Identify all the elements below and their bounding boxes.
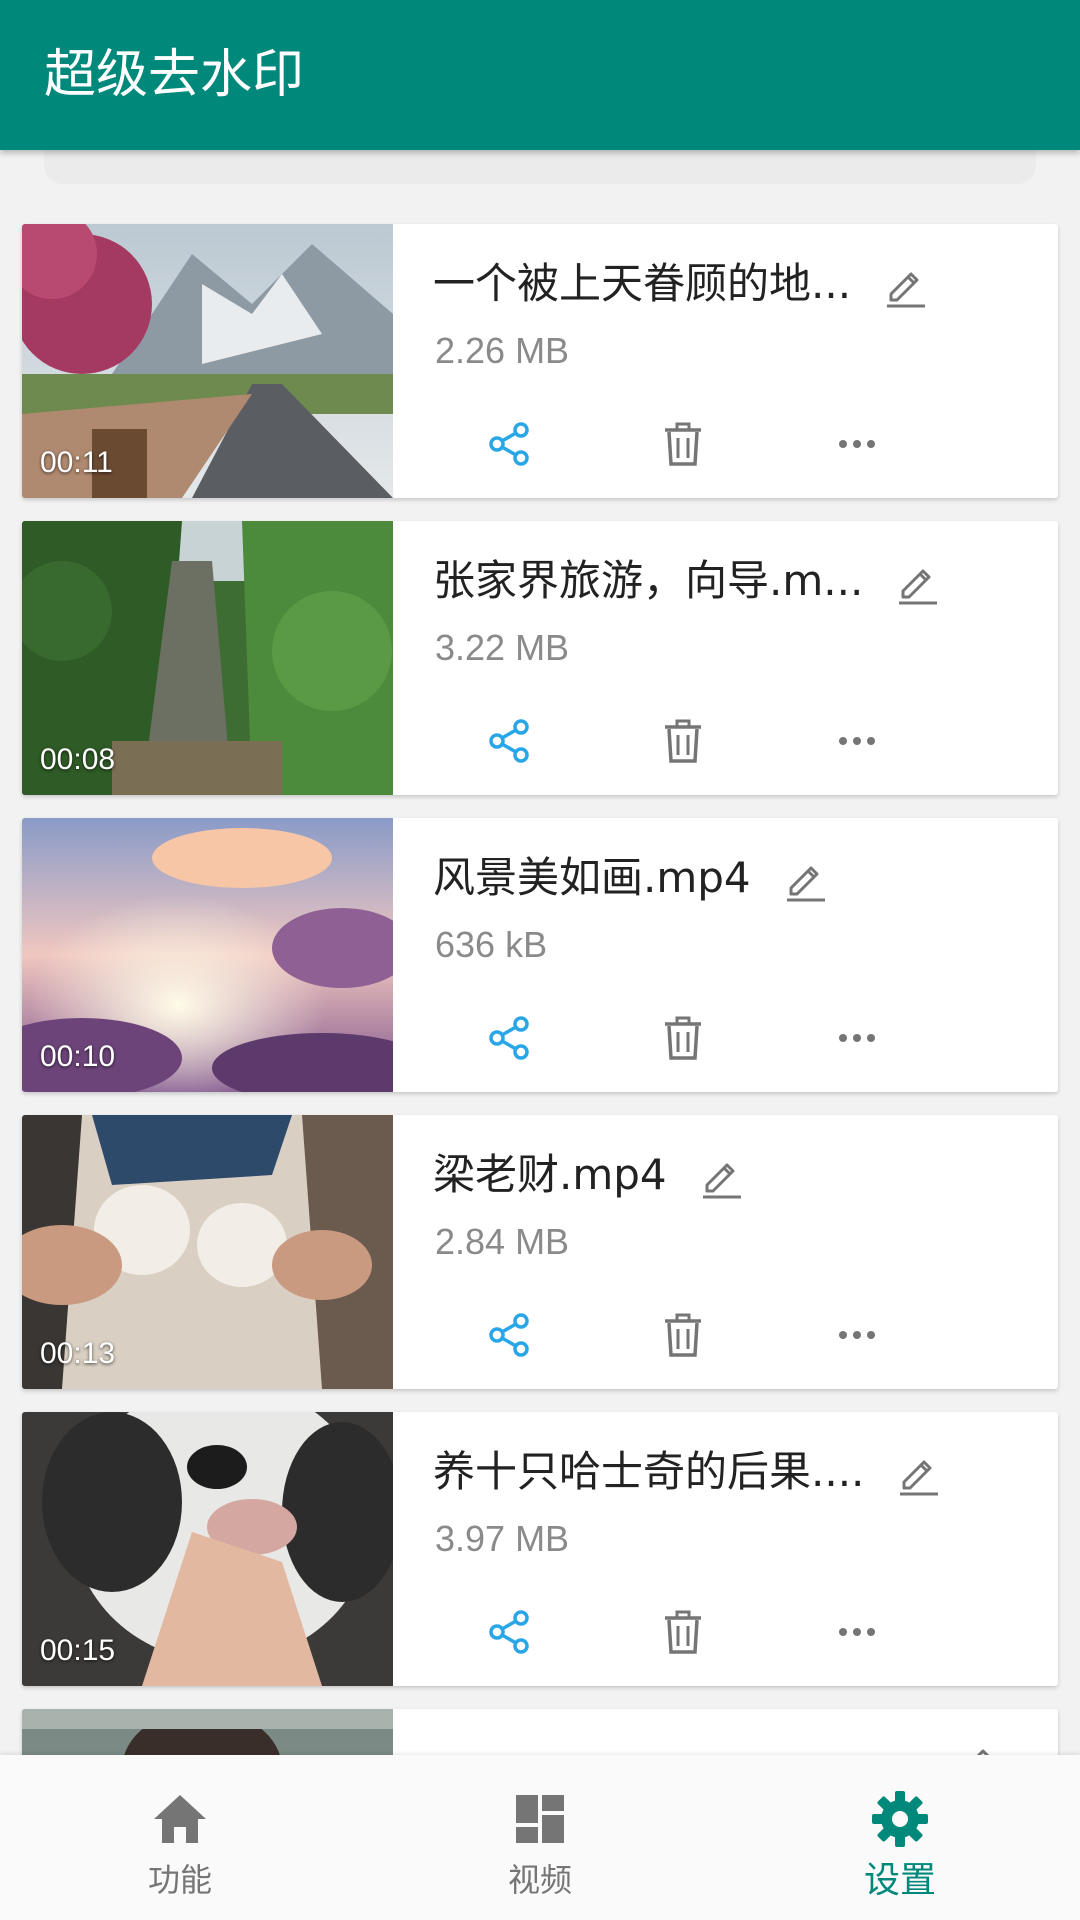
video-card[interactable]: 00:10 风景美如画.mp4 636 kB	[22, 818, 1058, 1092]
trash-icon[interactable]	[653, 414, 713, 474]
edit-pencil-icon[interactable]	[697, 1151, 745, 1199]
video-duration: 00:10	[40, 1040, 116, 1073]
partial-thumbnail	[22, 1709, 393, 1755]
video-title: 风景美如画.mp4	[433, 853, 751, 902]
edit-pencil-icon[interactable]	[953, 1737, 1001, 1755]
video-card[interactable]: 00:13 梁老财.mp4 2.84 MB	[22, 1115, 1058, 1389]
share-icon[interactable]	[479, 1305, 539, 1365]
trash-icon[interactable]	[653, 1602, 713, 1662]
video-info	[433, 1709, 1058, 1755]
share-icon[interactable]	[479, 1602, 539, 1662]
video-info: 梁老财.mp4 2.84 MB	[433, 1115, 1058, 1389]
more-icon[interactable]	[827, 1305, 887, 1365]
video-title: 张家界旅游，向导.m...	[433, 556, 864, 605]
share-icon[interactable]	[479, 1008, 539, 1068]
video-thumbnail[interactable]: 00:11	[22, 224, 393, 498]
edit-pencil-icon[interactable]	[893, 557, 941, 605]
video-title: 梁老财.mp4	[433, 1150, 667, 1199]
dashboard-icon	[510, 1789, 570, 1849]
bottom-navigation: 功能 视频 设置	[0, 1755, 1080, 1920]
video-card[interactable]: 00:08 张家界旅游，向导.m... 3.22 MB	[22, 521, 1058, 795]
video-card[interactable]	[22, 1709, 1058, 1755]
video-size: 636 kB	[435, 924, 548, 965]
gear-icon	[870, 1789, 930, 1849]
video-info: 风景美如画.mp4 636 kB	[433, 818, 1058, 1092]
share-icon[interactable]	[479, 414, 539, 474]
nav-item-video[interactable]: 视频	[440, 1755, 640, 1920]
nav-item-function[interactable]: 功能	[80, 1755, 280, 1920]
nav-item-settings[interactable]: 设置	[800, 1755, 1000, 1920]
video-duration: 00:13	[40, 1337, 116, 1370]
video-duration: 00:08	[40, 743, 116, 776]
top-card	[44, 150, 1036, 184]
video-thumbnail[interactable]: 00:08	[22, 521, 393, 795]
video-thumbnail[interactable]	[22, 1709, 393, 1755]
video-info: 一个被上天眷顾的地... 2.26 MB	[433, 224, 1058, 498]
video-list[interactable]: 00:11 一个被上天眷顾的地... 2.26 MB 00:08 张家界旅游，向…	[0, 150, 1080, 1755]
share-icon[interactable]	[479, 711, 539, 771]
video-title: 一个被上天眷顾的地...	[433, 259, 852, 308]
video-thumbnail[interactable]: 00:10	[22, 818, 393, 1092]
video-thumbnail[interactable]: 00:13	[22, 1115, 393, 1389]
more-icon[interactable]	[827, 1008, 887, 1068]
video-info: 养十只哈士奇的后果.... 3.97 MB	[433, 1412, 1058, 1686]
trash-icon[interactable]	[653, 1008, 713, 1068]
home-icon	[150, 1789, 210, 1849]
more-icon[interactable]	[827, 414, 887, 474]
video-thumbnail[interactable]: 00:15	[22, 1412, 393, 1686]
app-bar: 超级去水印	[0, 0, 1080, 150]
edit-pencil-icon[interactable]	[894, 1448, 942, 1496]
video-size: 3.97 MB	[435, 1518, 570, 1559]
video-duration: 00:15	[40, 1634, 116, 1667]
video-title: 养十只哈士奇的后果....	[433, 1447, 865, 1496]
edit-pencil-icon[interactable]	[781, 854, 829, 902]
nav-label: 设置	[863, 1860, 936, 1901]
video-info: 张家界旅游，向导.m... 3.22 MB	[433, 521, 1058, 795]
video-card[interactable]: 00:15 养十只哈士奇的后果.... 3.97 MB	[22, 1412, 1058, 1686]
video-duration: 00:11	[40, 446, 113, 479]
video-size: 2.84 MB	[435, 1221, 570, 1262]
more-icon[interactable]	[827, 711, 887, 771]
edit-pencil-icon[interactable]	[881, 260, 929, 308]
app-title: 超级去水印	[44, 45, 305, 105]
video-size: 2.26 MB	[435, 330, 570, 371]
video-size: 3.22 MB	[435, 627, 570, 668]
trash-icon[interactable]	[653, 711, 713, 771]
video-card[interactable]: 00:11 一个被上天眷顾的地... 2.26 MB	[22, 224, 1058, 498]
trash-icon[interactable]	[653, 1305, 713, 1365]
nav-label: 视频	[507, 1861, 572, 1899]
nav-label: 功能	[147, 1861, 212, 1899]
more-icon[interactable]	[827, 1602, 887, 1662]
